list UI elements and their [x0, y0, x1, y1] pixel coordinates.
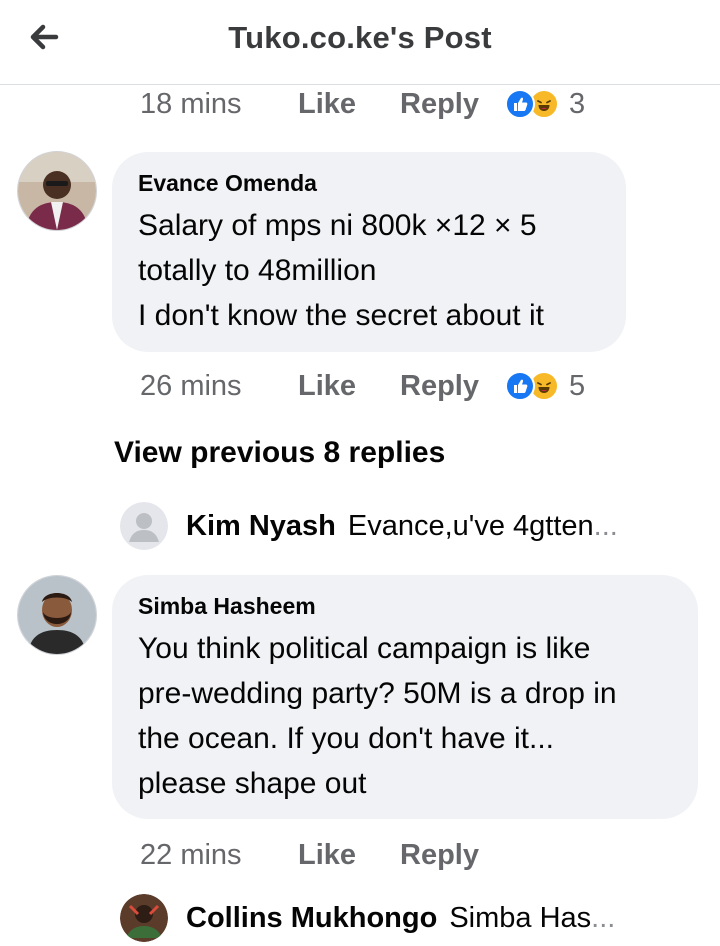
profile-photo-icon — [120, 894, 168, 942]
profile-photo-icon — [18, 152, 96, 230]
reply-author[interactable]: Kim Nyash — [186, 510, 336, 543]
comment-line: Salary of mps ni 800k ×12 × 5 — [138, 209, 537, 242]
reply-button[interactable]: Reply — [400, 88, 479, 121]
reply-author[interactable]: Collins Mukhongo — [186, 902, 437, 935]
comment-meta-row: 22 mins Like Reply — [140, 835, 505, 875]
reply-button[interactable]: Reply — [400, 370, 479, 403]
comment-line: please shape out — [138, 767, 367, 800]
comment-text: You think political campaign is like pre… — [138, 626, 672, 806]
comment-line: I don't know the secret about it — [138, 299, 544, 332]
like-reaction-icon — [504, 371, 535, 401]
reactions-summary[interactable] — [504, 89, 559, 119]
avatar[interactable] — [120, 894, 168, 942]
reactions-summary[interactable] — [504, 371, 559, 401]
avatar[interactable] — [17, 575, 97, 655]
comment-time: 26 mins — [140, 369, 242, 402]
reply-preview[interactable]: Collins Mukhongo Simba Has... — [120, 892, 615, 944]
comment-meta-row: 18 mins Like Reply 3 — [140, 84, 585, 124]
page-title: Tuko.co.ke's Post — [228, 20, 492, 55]
comment-time: 18 mins — [140, 87, 242, 120]
reply-preview[interactable]: Kim Nyash Evance,u've 4gtten... — [120, 500, 618, 552]
comment-line: pre-wedding party? 50M is a drop in — [138, 677, 617, 710]
reply-ellipsis: ... — [591, 901, 616, 934]
profile-photo-icon — [18, 576, 96, 654]
comment-bubble[interactable]: Simba Hasheem You think political campai… — [112, 575, 698, 819]
comment-time: 22 mins — [140, 838, 242, 871]
comment-text: Salary of mps ni 800k ×12 × 5 totally to… — [138, 203, 600, 338]
like-button[interactable]: Like — [298, 839, 400, 872]
avatar[interactable] — [120, 502, 168, 550]
like-button[interactable]: Like — [298, 370, 400, 403]
comment-bubble[interactable]: Evance Omenda Salary of mps ni 800k ×12 … — [112, 152, 626, 352]
reaction-count: 5 — [568, 369, 586, 402]
comment-meta-row: 26 mins Like Reply 5 — [140, 366, 585, 406]
comment-author[interactable]: Simba Hasheem — [138, 593, 672, 620]
reply-snippet: Evance,u've 4gtten — [347, 509, 594, 542]
comment-line: the ocean. If you don't have it... — [138, 722, 555, 755]
reply-ellipsis: ... — [593, 509, 618, 542]
view-previous-replies-link[interactable]: View previous 8 replies — [114, 436, 445, 470]
reaction-count: 3 — [568, 87, 586, 120]
like-reaction-icon — [504, 89, 535, 119]
comment-line: You think political campaign is like — [138, 632, 591, 665]
comment-line: totally to 48million — [138, 254, 377, 287]
reply-snippet: Simba Has — [449, 901, 592, 934]
post-header: Tuko.co.ke's Post — [0, 0, 720, 85]
comment-author[interactable]: Evance Omenda — [138, 170, 600, 197]
like-button[interactable]: Like — [298, 88, 400, 121]
avatar[interactable] — [17, 151, 97, 231]
default-avatar-icon — [120, 502, 168, 550]
reply-button[interactable]: Reply — [400, 839, 479, 872]
